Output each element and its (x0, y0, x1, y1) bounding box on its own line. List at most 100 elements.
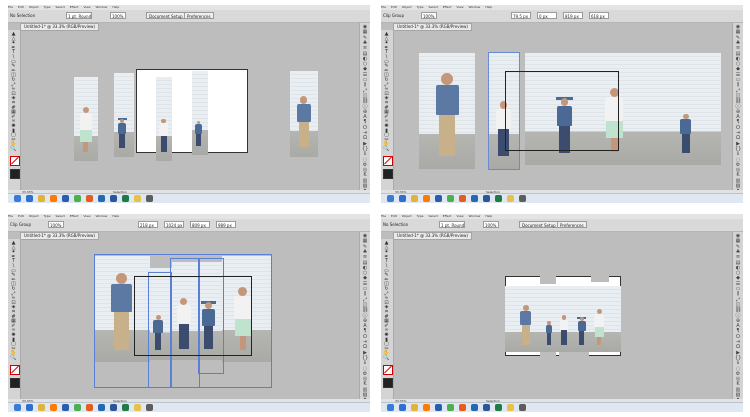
excel-icon[interactable] (122, 195, 129, 202)
menu-item[interactable]: Object (402, 5, 412, 9)
fill-swatch[interactable] (383, 156, 393, 166)
start-icon[interactable] (387, 404, 394, 411)
zoom-icon[interactable]: 🔍 (383, 147, 390, 152)
transform-field[interactable]: 618 px (589, 12, 609, 19)
menu-item[interactable]: Select (56, 214, 65, 218)
ie-icon[interactable] (399, 404, 406, 411)
illustrator-icon[interactable] (423, 195, 430, 202)
photo-strip-girl[interactable] (114, 73, 134, 157)
firefox-icon[interactable] (459, 404, 466, 411)
menu-item[interactable]: Window (96, 214, 108, 218)
word-icon[interactable] (483, 404, 490, 411)
photo-strip-dad[interactable] (290, 71, 318, 157)
folder-icon[interactable] (134, 195, 141, 202)
menu-item[interactable]: File (381, 214, 386, 218)
document-tab[interactable]: Untitled-1* @ 33.3% (RGB/Preview) (20, 23, 99, 31)
explorer-icon[interactable] (411, 195, 418, 202)
illustrator-icon[interactable] (423, 404, 430, 411)
menu-item[interactable]: Effect (443, 5, 452, 9)
photoshop-icon[interactable] (62, 404, 69, 411)
explorer-icon[interactable] (38, 195, 45, 202)
firefox-icon[interactable] (86, 195, 93, 202)
media-icon[interactable] (146, 404, 153, 411)
photoshop-icon[interactable] (62, 195, 69, 202)
chrome-icon[interactable] (447, 195, 454, 202)
excel-icon[interactable] (495, 404, 502, 411)
illustrator-icon[interactable] (50, 404, 57, 411)
zoom-icon[interactable]: 🔍 (10, 147, 17, 152)
menu-item[interactable]: Edit (391, 5, 397, 9)
ie-icon[interactable] (26, 404, 33, 411)
opacity-field[interactable]: 100% (421, 12, 437, 19)
menu-item[interactable]: File (8, 5, 13, 9)
zoom-icon[interactable]: 🔍 (383, 356, 390, 361)
word-icon[interactable] (483, 195, 490, 202)
photo-strip-mom[interactable] (74, 77, 98, 161)
firefox-icon[interactable] (86, 404, 93, 411)
chrome-icon[interactable] (74, 195, 81, 202)
opacity-field[interactable]: 100% (483, 221, 499, 228)
menu-item[interactable]: Type (417, 5, 424, 9)
menu-item[interactable]: Select (429, 214, 438, 218)
excel-icon[interactable] (495, 195, 502, 202)
zoom-icon[interactable]: 🔍 (10, 356, 17, 361)
menu-item[interactable]: Type (44, 5, 51, 9)
folder-icon[interactable] (134, 404, 141, 411)
transform-field[interactable]: 79.5 px (511, 12, 531, 19)
folder-icon[interactable] (507, 195, 514, 202)
outlook-icon[interactable] (471, 195, 478, 202)
preferences-button[interactable]: Preferences (184, 12, 214, 19)
ie-icon[interactable] (399, 195, 406, 202)
menu-item[interactable]: Type (417, 214, 424, 218)
explorer-icon[interactable] (38, 404, 45, 411)
menu-item[interactable]: Window (469, 5, 481, 9)
transform-field[interactable]: 989 px (216, 221, 236, 228)
photo-strip-dad[interactable] (419, 53, 475, 169)
menu-item[interactable]: Edit (391, 214, 397, 218)
menu-item[interactable]: Effect (443, 214, 452, 218)
fill-swatch[interactable] (10, 365, 20, 375)
photo-strip-boy[interactable] (156, 77, 172, 161)
opacity-field[interactable]: 100% (48, 221, 64, 228)
explorer-icon[interactable] (411, 404, 418, 411)
photo-strip-toddler[interactable] (192, 71, 208, 155)
menu-item[interactable]: Effect (70, 214, 79, 218)
transform-field[interactable]: 0 px (537, 12, 557, 19)
document-setup-button[interactable]: Document Setup (146, 12, 186, 19)
menu-item[interactable]: Object (402, 214, 412, 218)
menu-item[interactable]: Help (112, 5, 119, 9)
ie-icon[interactable] (26, 195, 33, 202)
menu-item[interactable]: Edit (18, 214, 24, 218)
menu-item[interactable]: Select (429, 5, 438, 9)
menu-item[interactable]: Type (44, 214, 51, 218)
menu-item[interactable]: Effect (70, 5, 79, 9)
transform-field[interactable]: 218 px (138, 221, 158, 228)
stroke-profile-select[interactable]: 1 pt. Round (439, 221, 465, 228)
menu-item[interactable]: Object (29, 5, 39, 9)
fill-swatch[interactable] (383, 365, 393, 375)
photoshop-icon[interactable] (435, 404, 442, 411)
document-tab[interactable]: Untitled-1* @ 33.3% (RGB/Preview) (20, 232, 99, 240)
menu-item[interactable]: Edit (18, 5, 24, 9)
document-setup-button[interactable]: Document Setup (519, 221, 559, 228)
folder-icon[interactable] (507, 404, 514, 411)
menu-item[interactable]: View (456, 214, 463, 218)
menu-item[interactable]: Window (469, 214, 481, 218)
fill-swatch[interactable] (10, 156, 20, 166)
menu-item[interactable]: View (83, 5, 90, 9)
stroke-swatch[interactable] (10, 378, 20, 388)
firefox-icon[interactable] (459, 195, 466, 202)
word-icon[interactable] (110, 195, 117, 202)
menu-item[interactable]: Help (112, 214, 119, 218)
stroke-swatch[interactable] (10, 169, 20, 179)
menu-item[interactable]: Help (485, 214, 492, 218)
transform-field[interactable]: 819 px (563, 12, 583, 19)
outlook-icon[interactable] (98, 195, 105, 202)
start-icon[interactable] (14, 404, 21, 411)
stroke-swatch[interactable] (383, 378, 393, 388)
transform-field[interactable]: 1024 px (164, 221, 184, 228)
transform-field[interactable]: 809 px (190, 221, 210, 228)
composite-photo[interactable] (505, 286, 621, 352)
media-icon[interactable] (146, 195, 153, 202)
opacity-field[interactable]: 100% (110, 12, 126, 19)
